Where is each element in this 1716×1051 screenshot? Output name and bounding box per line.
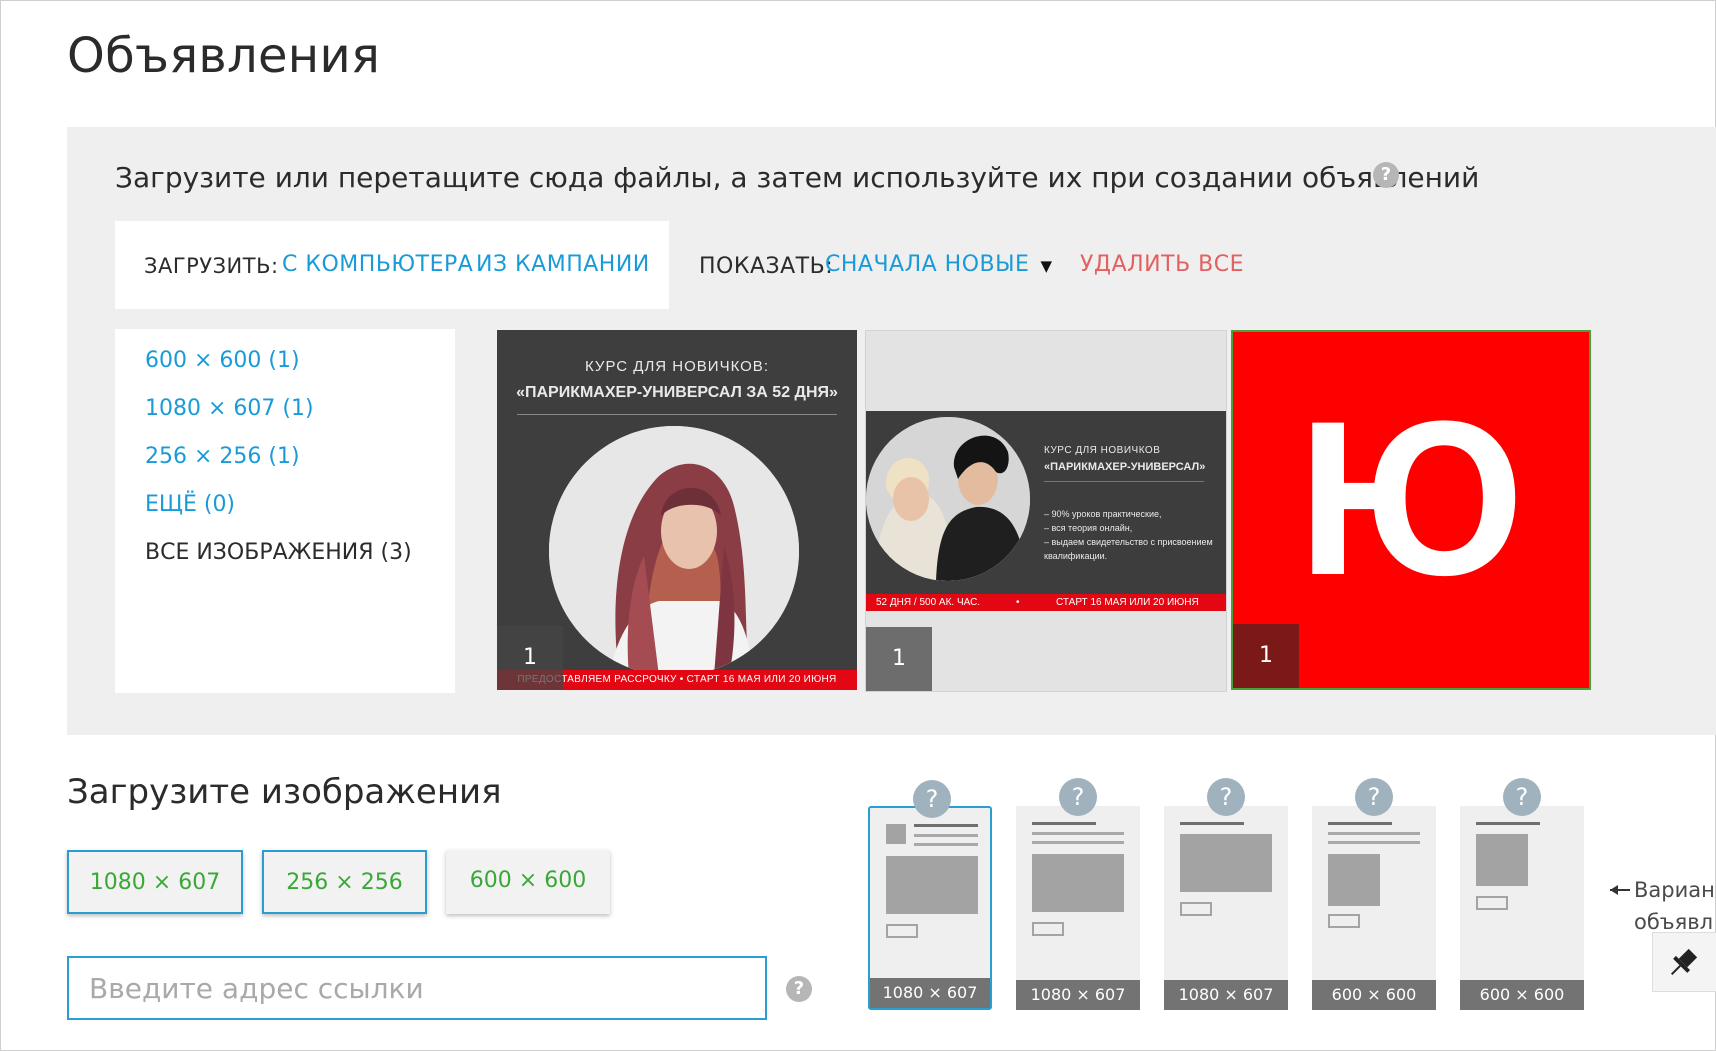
title-line bbox=[1476, 822, 1540, 825]
help-icon[interactable]: ? bbox=[913, 780, 951, 818]
size-button-1080x607[interactable]: 1080 × 607 bbox=[67, 850, 243, 914]
ad-variant-card[interactable]: ? 600 × 600 bbox=[1312, 778, 1436, 1010]
banner-bullet: – 90% уроков практические, bbox=[1044, 509, 1162, 519]
title-line bbox=[1180, 822, 1244, 825]
banner-bullet: квалификации. bbox=[1044, 551, 1108, 561]
usage-count-badge: 1 bbox=[1233, 624, 1299, 688]
banner-strip-right: СТАРТ 16 МАЯ ИЛИ 20 ИЮНЯ bbox=[1056, 597, 1199, 608]
thumb-caption: «ПАРИКМАХЕР-УНИВЕРСАЛ ЗА 52 ДНЯ» bbox=[516, 384, 838, 401]
banner-strip: 52 ДНЯ / 500 АК. ЧАС. • СТАРТ 16 МАЯ ИЛИ… bbox=[866, 594, 1226, 611]
button-placeholder bbox=[1328, 914, 1360, 928]
ad-variant-card[interactable]: ? 600 × 600 bbox=[1460, 778, 1584, 1010]
button-placeholder bbox=[886, 924, 918, 938]
text-line bbox=[1032, 841, 1124, 844]
image-thumbnail[interactable]: КУРС ДЛЯ НОВИЧКОВ «ПАРИКМАХЕР-УНИВЕРСАЛ»… bbox=[865, 330, 1227, 692]
link-url-input[interactable] bbox=[67, 956, 767, 1020]
arrow-left-icon bbox=[1606, 874, 1632, 915]
woman-portrait-illustration bbox=[549, 426, 799, 676]
title-line bbox=[1032, 822, 1096, 825]
text-line bbox=[1328, 832, 1420, 835]
image-thumbnail-selected[interactable]: Ю 1 bbox=[1231, 330, 1591, 690]
icon-placeholder bbox=[886, 824, 906, 844]
filter-1080x607[interactable]: 1080 × 607 (1) bbox=[145, 396, 314, 421]
image-placeholder bbox=[886, 856, 978, 914]
image-thumbnail[interactable]: КУРС ДЛЯ НОВИЧКОВ: «ПАРИКМАХЕР-УНИВЕРСАЛ… bbox=[497, 330, 857, 690]
button-placeholder bbox=[1180, 902, 1212, 916]
help-icon[interactable]: ? bbox=[1503, 778, 1541, 816]
variant-size-label: 600 × 600 bbox=[1460, 980, 1584, 1010]
button-placeholder bbox=[1032, 922, 1064, 936]
divider bbox=[517, 414, 837, 415]
banner-caption: КУРС ДЛЯ НОВИЧКОВ bbox=[1044, 445, 1161, 456]
show-label: ПОКАЗАТЬ: bbox=[699, 254, 834, 279]
upload-source-box: ЗАГРУЗИТЬ: С КОМПЬЮТЕРА ИЗ КАМПАНИИ bbox=[115, 221, 669, 309]
help-icon[interactable]: ? bbox=[1207, 778, 1245, 816]
caret-down-icon: ▼ bbox=[1040, 257, 1053, 275]
size-button-600x600[interactable]: 600 × 600 bbox=[446, 850, 610, 914]
variant-size-label: 600 × 600 bbox=[1312, 980, 1436, 1010]
ad-variant-card[interactable]: ? 1080 × 607 bbox=[1016, 778, 1140, 1010]
variants-note-text: Вариан bbox=[1634, 878, 1715, 902]
banner-image: КУРС ДЛЯ НОВИЧКОВ «ПАРИКМАХЕР-УНИВЕРСАЛ»… bbox=[866, 411, 1226, 611]
usage-count-badge: 1 bbox=[497, 626, 563, 690]
filter-more[interactable]: ЕЩЁ (0) bbox=[145, 492, 235, 517]
upload-hint-text: Загрузите или перетащите сюда файлы, а з… bbox=[115, 161, 1480, 194]
couple-photo bbox=[866, 417, 1030, 581]
size-filter-list: 600 × 600 (1) 1080 × 607 (1) 256 × 256 (… bbox=[115, 329, 455, 693]
image-placeholder bbox=[1180, 834, 1272, 892]
filter-256x256[interactable]: 256 × 256 (1) bbox=[145, 444, 300, 469]
upload-label: ЗАГРУЗИТЬ: bbox=[144, 254, 279, 278]
image-placeholder bbox=[1328, 854, 1380, 906]
logo-letter: Ю bbox=[1297, 375, 1525, 621]
banner-bullet: – выдаем свидетельство с присвоением bbox=[1044, 537, 1213, 547]
upload-dropzone[interactable]: Загрузите или перетащите сюда файлы, а з… bbox=[67, 127, 1716, 735]
thumb-caption: КУРС ДЛЯ НОВИЧКОВ: bbox=[585, 358, 769, 375]
upload-from-computer-link[interactable]: С КОМПЬЮТЕРА bbox=[282, 252, 473, 277]
filter-600x600[interactable]: 600 × 600 (1) bbox=[145, 348, 300, 373]
button-placeholder bbox=[1476, 896, 1508, 910]
title-line bbox=[914, 824, 978, 827]
banner-bullet: – вся теория онлайн, bbox=[1044, 523, 1133, 533]
help-icon[interactable]: ? bbox=[786, 976, 812, 1002]
variant-size-label: 1080 × 607 bbox=[870, 978, 990, 1008]
bullet-dot: • bbox=[1016, 597, 1020, 608]
banner-caption: «ПАРИКМАХЕР-УНИВЕРСАЛ» bbox=[1044, 461, 1206, 473]
banner-strip-left: 52 ДНЯ / 500 АК. ЧАС. bbox=[876, 597, 981, 608]
arrow-left-icon bbox=[1610, 885, 1630, 895]
text-line bbox=[914, 834, 978, 837]
sort-dropdown-value: СНАЧАЛА НОВЫЕ bbox=[825, 252, 1030, 277]
ad-variant-card[interactable]: ? 1080 × 607 bbox=[1164, 778, 1288, 1010]
couple-portrait-illustration bbox=[866, 417, 1030, 581]
delete-all-link[interactable]: УДАЛИТЬ ВСЕ bbox=[1080, 252, 1244, 277]
help-icon[interactable]: ? bbox=[1373, 162, 1399, 188]
ad-variant-card[interactable]: ? 1080 × 607 bbox=[868, 780, 992, 1010]
image-placeholder bbox=[1476, 834, 1528, 886]
text-line bbox=[1328, 841, 1420, 844]
pin-icon bbox=[1670, 948, 1698, 976]
variant-size-label: 1080 × 607 bbox=[1016, 980, 1140, 1010]
divider bbox=[1044, 481, 1204, 482]
usage-count-badge: 1 bbox=[866, 627, 932, 691]
filter-all-images[interactable]: ВСЕ ИЗОБРАЖЕНИЯ (3) bbox=[145, 540, 412, 565]
section-title: Загрузите изображения bbox=[67, 772, 502, 812]
portrait-photo bbox=[549, 426, 799, 676]
text-line bbox=[914, 843, 978, 846]
text-line bbox=[1032, 832, 1124, 835]
pin-button[interactable] bbox=[1652, 932, 1716, 992]
upload-from-campaign-link[interactable]: ИЗ КАМПАНИИ bbox=[476, 252, 650, 277]
size-button-256x256[interactable]: 256 × 256 bbox=[262, 850, 427, 914]
image-placeholder bbox=[1032, 854, 1124, 912]
page-title: Объявления bbox=[67, 28, 381, 84]
help-icon[interactable]: ? bbox=[1059, 778, 1097, 816]
variant-size-label: 1080 × 607 bbox=[1164, 980, 1288, 1010]
sort-dropdown[interactable]: СНАЧАЛА НОВЫЕ ▼ bbox=[825, 252, 1052, 277]
title-line bbox=[1328, 822, 1392, 825]
help-icon[interactable]: ? bbox=[1355, 778, 1393, 816]
